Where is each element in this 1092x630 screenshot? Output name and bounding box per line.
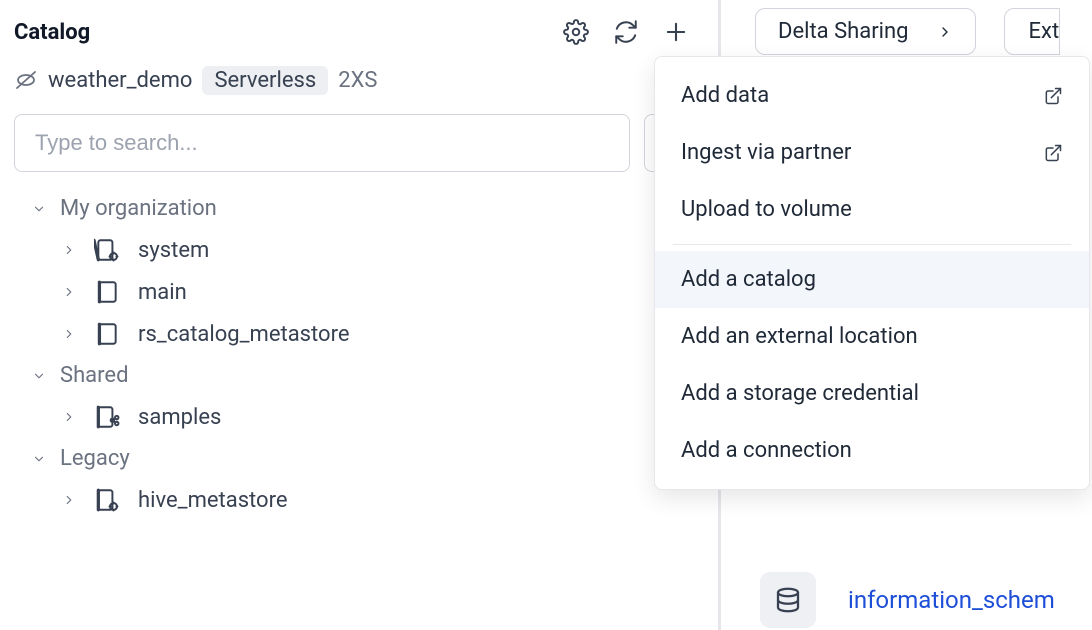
catalog-system-icon <box>94 237 120 263</box>
menu-item-label: Add data <box>681 83 769 108</box>
menu-item-label: Add an external location <box>681 324 918 349</box>
chevron-right-icon <box>62 284 76 300</box>
menu-item-label: Add a storage credential <box>681 381 919 406</box>
external-link-icon <box>1043 143 1063 163</box>
compute-name: weather_demo <box>48 68 192 93</box>
tree-group-shared[interactable]: Shared <box>14 355 704 396</box>
tree-item-label: rs_catalog_metastore <box>138 322 349 347</box>
add-dropdown-menu: Add data Ingest via partner Upload to vo… <box>654 56 1090 490</box>
tree-item-main[interactable]: main <box>14 271 704 313</box>
add-button[interactable] <box>662 18 690 46</box>
chevron-right-icon <box>62 242 76 258</box>
settings-button[interactable] <box>562 18 590 46</box>
refresh-icon <box>613 19 639 45</box>
panel-header: Catalog <box>14 8 704 56</box>
search-input[interactable] <box>14 114 630 172</box>
menu-item-label: Add a catalog <box>681 267 816 292</box>
menu-add-a-catalog[interactable]: Add a catalog <box>655 251 1089 308</box>
catalog-icon <box>94 279 120 305</box>
catalog-system-icon <box>94 487 120 513</box>
gear-icon <box>563 19 589 45</box>
menu-item-label: Ingest via partner <box>681 140 851 165</box>
compute-size: 2XS <box>338 68 377 93</box>
chevron-right-icon <box>62 409 76 425</box>
serverless-icon <box>14 68 38 92</box>
chevron-down-icon <box>32 450 46 468</box>
menu-add-external-location[interactable]: Add an external location <box>655 308 1089 365</box>
catalog-panel: Catalog weather_demo Serverless 2XS <box>0 0 718 630</box>
tree-item-hive-metastore[interactable]: hive_metastore <box>14 479 704 521</box>
schema-chip[interactable] <box>760 572 816 628</box>
tree-group-label: Legacy <box>60 446 130 471</box>
tab-external[interactable]: Ext <box>1004 8 1061 55</box>
menu-separator <box>673 244 1071 245</box>
compute-type-badge: Serverless <box>202 66 328 95</box>
menu-item-label: Upload to volume <box>681 197 852 222</box>
menu-add-a-connection[interactable]: Add a connection <box>655 422 1089 479</box>
menu-upload-to-volume[interactable]: Upload to volume <box>655 181 1089 238</box>
tree-group-label: Shared <box>60 363 128 388</box>
tree-item-label: samples <box>138 405 221 430</box>
menu-add-storage-credential[interactable]: Add a storage credential <box>655 365 1089 422</box>
tab-delta-sharing[interactable]: Delta Sharing <box>755 8 976 55</box>
menu-item-label: Add a connection <box>681 438 852 463</box>
catalog-share-icon <box>94 404 120 430</box>
chevron-down-icon <box>32 200 46 218</box>
catalog-tree: My organization system main <box>14 188 704 521</box>
plus-icon <box>662 18 690 46</box>
database-icon <box>773 585 803 615</box>
tree-group-legacy[interactable]: Legacy <box>14 438 704 479</box>
pill-label: Delta Sharing <box>778 19 909 44</box>
search-row <box>14 114 704 172</box>
tree-group-label: My organization <box>60 196 217 221</box>
refresh-button[interactable] <box>612 18 640 46</box>
information-schema-link[interactable]: information_schem <box>848 586 1055 614</box>
panel-header-actions <box>562 18 704 46</box>
pill-label: Ext <box>1029 19 1060 44</box>
tree-group-my-organization[interactable]: My organization <box>14 188 704 229</box>
tree-item-label: system <box>138 238 209 263</box>
panel-title: Catalog <box>14 20 90 45</box>
tree-item-system[interactable]: system <box>14 229 704 271</box>
chevron-down-icon <box>32 367 46 385</box>
menu-add-data[interactable]: Add data <box>655 67 1089 124</box>
tree-item-rs-catalog-metastore[interactable]: rs_catalog_metastore <box>14 313 704 355</box>
chevron-right-icon <box>62 492 76 508</box>
catalog-icon <box>94 321 120 347</box>
menu-ingest-via-partner[interactable]: Ingest via partner <box>655 124 1089 181</box>
tree-item-label: main <box>138 280 187 305</box>
external-link-icon <box>1043 86 1063 106</box>
bottom-peek-row: information_schem <box>760 572 1055 628</box>
compute-selector[interactable]: weather_demo Serverless 2XS <box>14 56 704 104</box>
detail-header-tabs: Delta Sharing Ext <box>721 0 1092 63</box>
tree-item-samples[interactable]: samples <box>14 396 704 438</box>
tree-item-label: hive_metastore <box>138 488 288 513</box>
chevron-right-icon <box>937 24 953 40</box>
chevron-right-icon <box>62 326 76 342</box>
